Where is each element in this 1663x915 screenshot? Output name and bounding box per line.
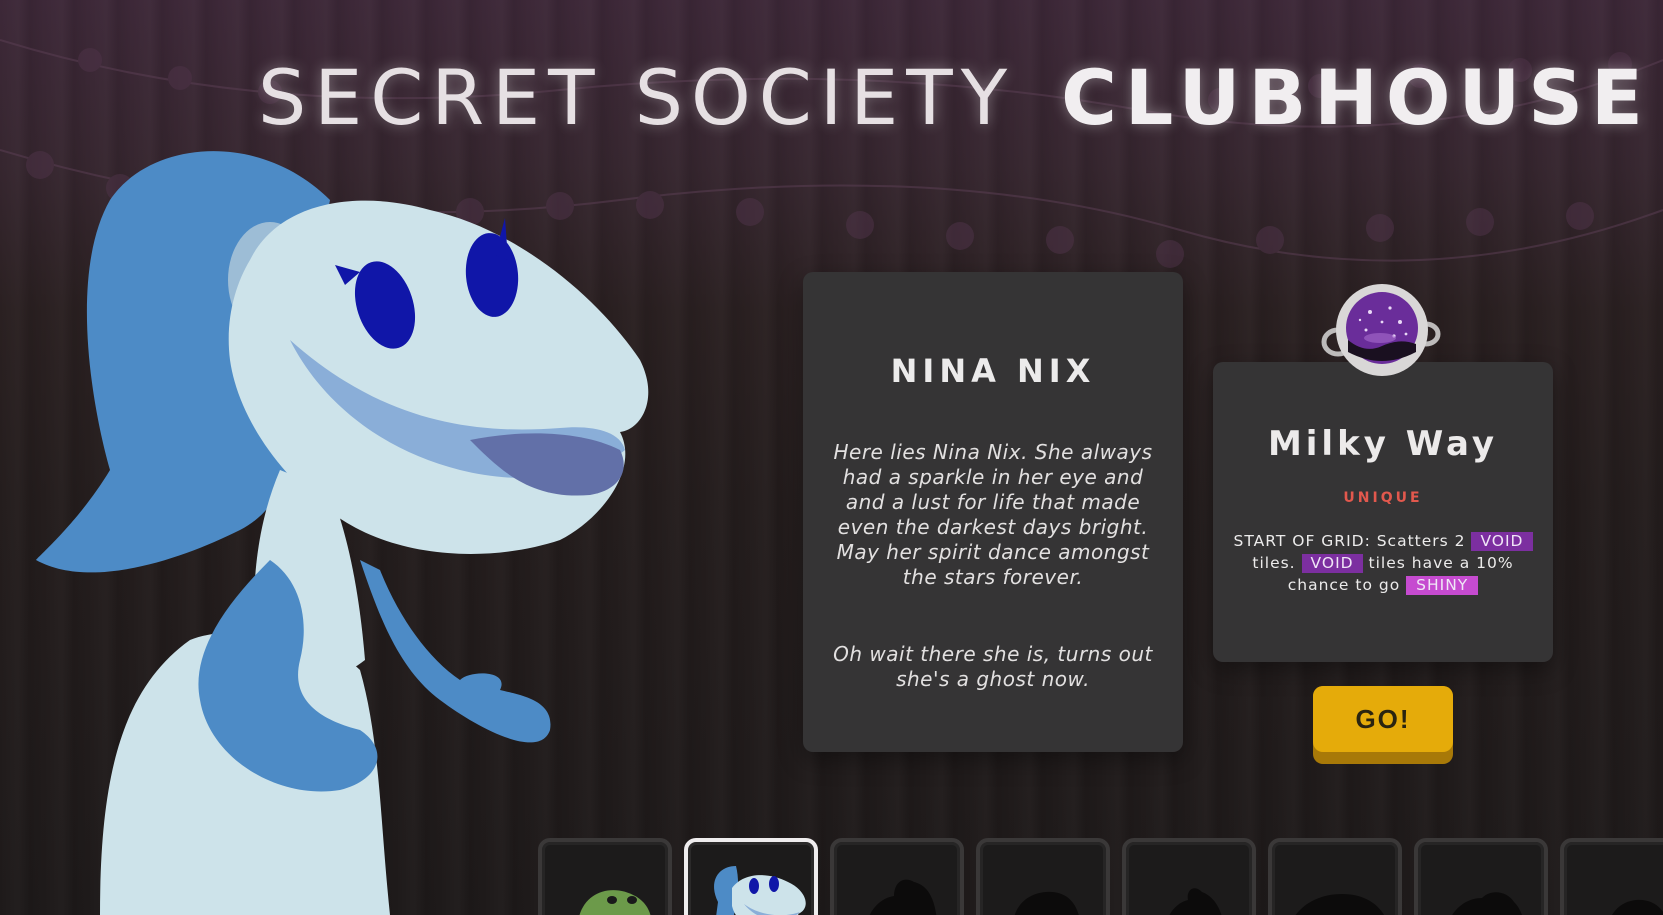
character-info-card: NINA NIX Here lies Nina Nix. She always … [803, 272, 1183, 752]
ability-mid1: tiles. [1252, 554, 1296, 572]
locked-silhouette-icon [1452, 892, 1522, 915]
character-name: NINA NIX [890, 352, 1096, 390]
title-clubhouse: CLUBHOUSE [1061, 52, 1651, 142]
item-name: Milky Way [1267, 424, 1499, 464]
item-ability-text: START OF GRID: Scatters 2 VOID tiles. VO… [1231, 530, 1535, 596]
nina-nix-character-portrait [36, 151, 649, 915]
roster-slot-locked-6[interactable] [1560, 838, 1663, 915]
game-title: SECRET SOCIETY CLUBHOUSE [258, 52, 1643, 142]
galaxy-orb-icon [1321, 284, 1441, 376]
go-button-label: GO! [1313, 686, 1453, 752]
character-bio: Here lies Nina Nix. She always had a spa… [833, 440, 1153, 589]
go-button[interactable]: GO! [1313, 686, 1453, 764]
locked-silhouette-icon [1014, 891, 1079, 915]
character-roster [536, 836, 1663, 915]
title-secret-society: SECRET SOCIETY [258, 52, 1016, 142]
item-info-card: Milky Way UNIQUE START OF GRID: Scatters… [1213, 362, 1553, 662]
roster-slot-locked-1[interactable] [830, 838, 964, 915]
roster-slot-nina-nix[interactable] [684, 838, 818, 915]
roster-slot-green-character[interactable] [538, 838, 672, 915]
roster-slot-locked-2[interactable] [976, 838, 1110, 915]
nina-nix-icon [714, 866, 806, 915]
shiny-tag: SHINY [1406, 576, 1479, 595]
roster-slot-locked-3[interactable] [1122, 838, 1256, 915]
green-character-icon [579, 890, 651, 915]
locked-silhouette-icon [1612, 899, 1663, 915]
roster-slot-locked-5[interactable] [1414, 838, 1548, 915]
character-bio-addendum: Oh wait there she is, turns out she's a … [833, 642, 1153, 691]
roster-slot-locked-4[interactable] [1268, 838, 1402, 915]
locked-silhouette-icon [1169, 888, 1222, 915]
void-tag: VOID [1301, 554, 1363, 573]
ability-prefix: START OF GRID: Scatters 2 [1233, 532, 1466, 550]
item-rarity-badge: UNIQUE [1343, 490, 1423, 506]
void-tag: VOID [1471, 532, 1533, 551]
locked-silhouette-icon [869, 879, 937, 915]
locked-silhouette-icon [1295, 894, 1384, 915]
